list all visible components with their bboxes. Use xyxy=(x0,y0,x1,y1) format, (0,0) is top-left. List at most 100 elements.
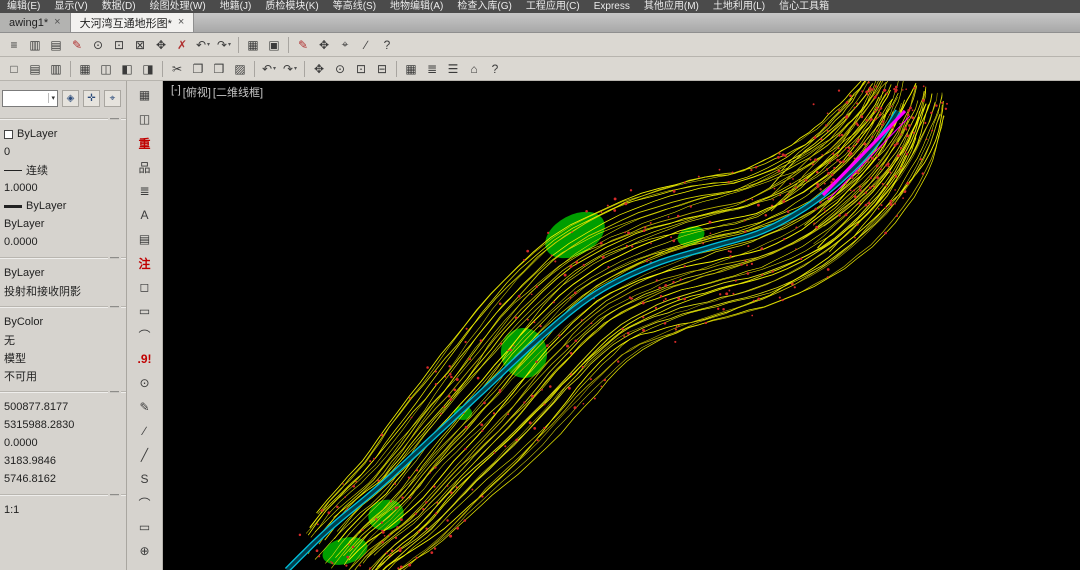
elevation-point[interactable] xyxy=(858,202,861,205)
elevation-point[interactable] xyxy=(757,297,760,300)
viewports-icon[interactable]: ▦ xyxy=(243,35,263,55)
elevation-point[interactable] xyxy=(819,188,821,190)
elevation-point[interactable] xyxy=(480,339,483,342)
elevation-point[interactable] xyxy=(416,557,418,559)
elevation-point[interactable] xyxy=(553,301,555,303)
elevation-point[interactable] xyxy=(554,260,556,262)
elevation-point[interactable] xyxy=(795,227,797,229)
move-icon[interactable]: ✥ xyxy=(314,35,334,55)
elevation-point[interactable] xyxy=(450,491,453,494)
section-collapse-handle[interactable]: — xyxy=(108,252,121,263)
elevation-point[interactable] xyxy=(865,204,868,207)
elevation-point[interactable] xyxy=(871,88,873,90)
elevation-point[interactable] xyxy=(344,496,346,498)
elevation-point[interactable] xyxy=(544,403,546,405)
elevation-point[interactable] xyxy=(882,120,885,123)
visual-style-control[interactable]: [二维线框] xyxy=(213,84,263,100)
elevation-point[interactable] xyxy=(774,188,776,190)
elevation-point[interactable] xyxy=(883,89,886,92)
contour-line[interactable] xyxy=(318,81,876,514)
elevation-point[interactable] xyxy=(656,279,658,281)
elevation-label-tool-icon[interactable]: .9! xyxy=(133,347,157,371)
menu-browser-icon[interactable]: ≡ xyxy=(4,35,24,55)
elevation-point[interactable] xyxy=(409,397,411,399)
elevation-point[interactable] xyxy=(813,103,815,105)
zoom-realtime-icon[interactable]: ⊙ xyxy=(330,59,350,79)
menu-item-6[interactable]: 质检模块(K) xyxy=(258,0,325,13)
elevation-point[interactable] xyxy=(448,365,450,367)
elevation-point[interactable] xyxy=(690,205,692,207)
elevation-point[interactable] xyxy=(381,541,383,543)
elevation-point[interactable] xyxy=(342,483,344,485)
elevation-point[interactable] xyxy=(535,361,537,363)
elevation-point[interactable] xyxy=(644,226,646,228)
elevation-point[interactable] xyxy=(574,292,577,295)
elevation-point[interactable] xyxy=(755,166,758,169)
elevation-point[interactable] xyxy=(885,185,887,187)
boundary-tool-icon[interactable]: ▭ xyxy=(133,515,157,539)
elevation-point[interactable] xyxy=(800,258,802,260)
undo-icon[interactable]: ↶▾ xyxy=(259,59,279,79)
elevation-point[interactable] xyxy=(876,155,878,157)
elevation-point[interactable] xyxy=(658,287,661,290)
elevation-point[interactable] xyxy=(854,157,856,159)
elevation-point[interactable] xyxy=(569,297,571,299)
elevation-point[interactable] xyxy=(672,239,675,242)
elevation-point[interactable] xyxy=(735,280,737,282)
elevation-point[interactable] xyxy=(409,497,411,499)
contour-line[interactable] xyxy=(331,81,903,568)
elevation-point[interactable] xyxy=(655,307,657,309)
property-value-field[interactable]: ByLayer xyxy=(0,197,126,215)
elevation-point[interactable] xyxy=(744,259,746,261)
elevation-point[interactable] xyxy=(607,266,609,268)
elevation-point[interactable] xyxy=(868,90,871,93)
elevation-point[interactable] xyxy=(814,208,817,211)
elevation-point[interactable] xyxy=(642,302,645,305)
menu-item-3[interactable]: 数据(D) xyxy=(95,0,143,13)
help-icon[interactable]: ? xyxy=(377,35,397,55)
elevation-point[interactable] xyxy=(906,134,909,137)
elevation-point[interactable] xyxy=(827,268,830,271)
elevation-point[interactable] xyxy=(546,344,549,347)
elevation-point[interactable] xyxy=(415,513,417,515)
elevation-point[interactable] xyxy=(879,114,882,117)
elevation-point[interactable] xyxy=(741,264,743,266)
elevation-point[interactable] xyxy=(660,295,663,298)
elevation-point[interactable] xyxy=(751,315,753,317)
elevation-point[interactable] xyxy=(551,255,553,257)
elevation-point[interactable] xyxy=(728,290,730,292)
property-value-field[interactable]: 连续 xyxy=(0,161,126,179)
elevation-point[interactable] xyxy=(794,286,796,288)
elevation-point[interactable] xyxy=(381,521,383,523)
elevation-point[interactable] xyxy=(684,181,686,183)
elevation-point[interactable] xyxy=(833,167,835,169)
contour-line[interactable] xyxy=(363,101,918,564)
elevation-point[interactable] xyxy=(848,146,851,149)
zoom-previous-icon[interactable]: ⊟ xyxy=(372,59,392,79)
elevation-point[interactable] xyxy=(677,297,680,300)
preview-icon[interactable]: ◫ xyxy=(96,59,116,79)
elevation-point[interactable] xyxy=(381,434,384,437)
elevation-point[interactable] xyxy=(480,423,483,426)
viewport-config-icon[interactable]: ▦ xyxy=(401,59,421,79)
elevation-point[interactable] xyxy=(623,335,625,337)
zoom-window-icon[interactable]: ⊡ xyxy=(109,35,129,55)
elevation-point[interactable] xyxy=(359,565,361,567)
elevation-point[interactable] xyxy=(483,402,486,405)
elevation-point[interactable] xyxy=(631,245,633,247)
elevation-point[interactable] xyxy=(601,386,603,388)
elevation-point[interactable] xyxy=(680,278,682,280)
elevation-point[interactable] xyxy=(668,216,670,218)
elevation-point[interactable] xyxy=(872,136,874,138)
elevation-point[interactable] xyxy=(391,549,394,552)
elevation-point[interactable] xyxy=(568,387,571,390)
elevation-point[interactable] xyxy=(411,417,413,419)
undo-icon[interactable]: ↶▾ xyxy=(193,35,213,55)
curve-tool-icon[interactable]: ⌒ xyxy=(133,491,157,515)
elevation-point[interactable] xyxy=(779,194,781,196)
elevation-point[interactable] xyxy=(881,124,883,126)
named-views-icon[interactable]: ▣ xyxy=(264,35,284,55)
property-value-field[interactable]: 1:1 xyxy=(0,501,126,519)
elevation-point[interactable] xyxy=(906,153,908,155)
elevation-point[interactable] xyxy=(445,376,447,378)
